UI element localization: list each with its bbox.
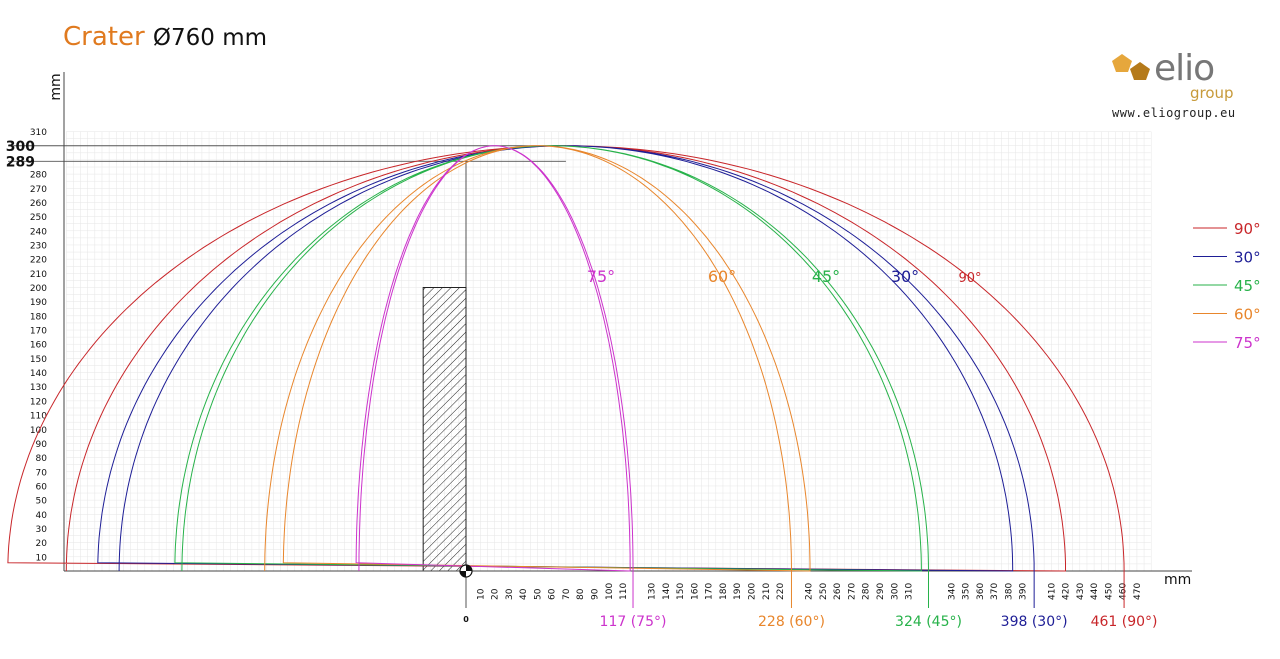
x-tick-label: 210 (762, 583, 772, 600)
x-tick-label: 60 (548, 588, 558, 600)
x-tick-label: 310 (905, 583, 915, 600)
x-tick-label: 170 (705, 583, 715, 600)
range-label: 228 (60°) (758, 614, 825, 630)
launch-block (422, 287, 467, 572)
y-tick-label: 220 (30, 256, 47, 266)
x-tick-label: 300 (890, 583, 900, 600)
legend-label: 60° (1234, 306, 1261, 324)
y-tick-label: 30 (36, 525, 48, 535)
curve-label: 45° (812, 267, 840, 286)
x-tick-label: 250 (819, 583, 829, 600)
legend-label: 45° (1234, 277, 1261, 295)
x-tick-label: 360 (976, 583, 986, 600)
x-tick-label: 50 (533, 588, 543, 600)
x-tick-label: 110 (619, 583, 629, 600)
x-tick-label: 190 (733, 583, 743, 600)
x-tick-label: 90 (590, 588, 600, 600)
y-tick-label: 120 (30, 397, 47, 407)
y-tick-label: 40 (36, 511, 48, 521)
x-tick-label: 180 (719, 583, 729, 600)
y-tick-label: 60 (36, 482, 48, 492)
y-tick-label: 200 (30, 284, 47, 294)
x-tick-label: 200 (748, 583, 758, 600)
curve-label: 30° (891, 267, 919, 286)
x-tick-label: 450 (1104, 583, 1114, 600)
y-tick-label: 50 (36, 497, 48, 507)
y-tick-label: 250 (30, 213, 47, 223)
x-tick-label: 140 (662, 583, 672, 600)
y-tick-label: 240 (30, 227, 47, 237)
y-tick-label: 260 (30, 199, 47, 209)
y-tick-label: 180 (30, 312, 47, 322)
y-tick-label: 70 (36, 468, 48, 478)
y-axis-label: mm (48, 73, 64, 100)
x-tick-label: 470 (1133, 583, 1143, 600)
x-tick-label: 70 (562, 588, 572, 600)
x-tick-label: 280 (862, 583, 872, 600)
x-tick-label: 410 (1047, 583, 1057, 600)
range-label: 324 (45°) (895, 614, 962, 630)
x-tick-label: 260 (833, 583, 843, 600)
x-tick-label: 440 (1090, 583, 1100, 600)
legend-label: 75° (1234, 334, 1261, 352)
y-tick-label: 230 (30, 241, 47, 251)
y-tick-label: 190 (30, 298, 47, 308)
x-tick-label: 380 (1004, 583, 1014, 600)
x-tick-label: 130 (648, 583, 658, 600)
y-tick-label: 280 (30, 171, 47, 181)
y-tick-label: 90 (36, 440, 48, 450)
x-tick-label: 370 (990, 583, 1000, 600)
x-axis-label: mm (1164, 572, 1191, 588)
y-tick-label: 150 (30, 355, 47, 365)
y-tick-label: 310 (30, 128, 47, 138)
x-tick-label: 150 (676, 583, 686, 600)
x-tick-label: 290 (876, 583, 886, 600)
curve-label: 75° (587, 267, 615, 286)
curve-label: 90° (958, 271, 981, 286)
x-tick-label: 20 (491, 588, 501, 600)
origin-label: 0 (463, 615, 469, 624)
y-tick-label: 20 (36, 539, 48, 549)
y-tick-label: 10 (36, 553, 48, 563)
y-tick-label: 210 (30, 270, 47, 280)
x-tick-label: 270 (847, 583, 857, 600)
curve-label: 60° (708, 267, 736, 286)
x-tick-label: 430 (1076, 583, 1086, 600)
y-tick-label: 130 (30, 383, 47, 393)
x-tick-label: 30 (505, 588, 515, 600)
x-tick-label: 220 (776, 583, 786, 600)
y-tick-label: 80 (36, 454, 48, 464)
x-tick-label: 390 (1019, 583, 1029, 600)
highlight-label-300: 300 (6, 139, 35, 155)
x-tick-label: 40 (519, 588, 529, 600)
x-tick-label: 350 (962, 583, 972, 600)
range-label: 461 (90°) (1091, 614, 1158, 630)
x-tick-label: 160 (690, 583, 700, 600)
x-tick-label: 240 (805, 583, 815, 600)
legend-label: 90° (1234, 220, 1261, 238)
highlight-label-289: 289 (6, 154, 35, 170)
y-tick-label: 140 (30, 369, 47, 379)
x-tick-label: 100 (605, 583, 615, 600)
origin-marker-q3 (460, 571, 466, 577)
legend-label: 30° (1234, 249, 1261, 267)
y-tick-label: 160 (30, 341, 47, 351)
range-label: 398 (30°) (1001, 614, 1068, 630)
x-tick-label: 80 (576, 588, 586, 600)
x-tick-label: 10 (476, 588, 486, 600)
y-tick-label: 170 (30, 327, 47, 337)
range-label: 117 (75°) (600, 614, 667, 630)
y-tick-label: 270 (30, 185, 47, 195)
crater-chart: 300289mmmm102030405060708090100110120130… (6, 72, 1261, 630)
x-tick-label: 340 (947, 583, 957, 600)
x-tick-label: 420 (1062, 583, 1072, 600)
